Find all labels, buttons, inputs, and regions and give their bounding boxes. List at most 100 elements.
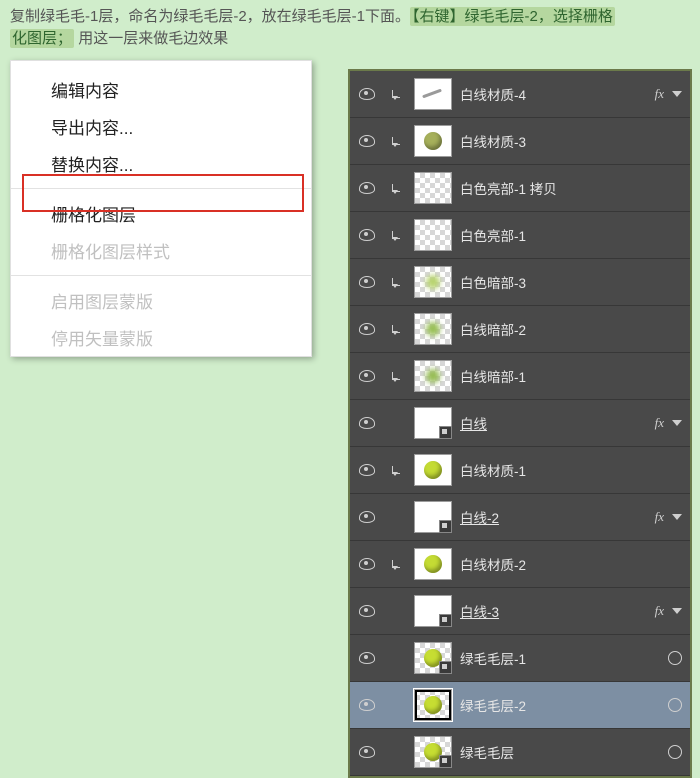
chevron-down-icon[interactable] <box>672 420 682 426</box>
layers-panel[interactable]: 白线材质-4 fx 白线材质-3 白色亮部-1 拷贝白色亮部-1 白色暗部-3 白线暗部-… <box>348 69 692 778</box>
layer-row[interactable]: 白线材质-2 <box>350 541 690 588</box>
adjust-icon[interactable] <box>668 745 682 759</box>
menu-item[interactable]: 栅格化图层 <box>11 195 311 232</box>
visibility-toggle[interactable] <box>350 182 384 194</box>
layer-thumbnail[interactable] <box>414 219 452 251</box>
menu-separator <box>11 188 311 189</box>
layer-row[interactable]: 白线材质-1 <box>350 447 690 494</box>
layer-thumbnail[interactable] <box>414 266 452 298</box>
fx-indicator[interactable]: fx <box>655 509 664 525</box>
layer-thumbnail[interactable] <box>414 360 452 392</box>
layer-thumbnail[interactable] <box>414 689 452 721</box>
layer-name[interactable]: 白线材质-3 <box>460 131 526 151</box>
ball-icon <box>424 696 442 714</box>
layer-name[interactable]: 绿毛毛层 <box>460 742 514 762</box>
layer-thumbnail[interactable] <box>414 595 452 627</box>
clip-indicator <box>386 560 406 568</box>
layer-name[interactable]: 绿毛毛层-1 <box>460 648 526 668</box>
clip-indicator <box>386 90 406 98</box>
layer-name[interactable]: 白线材质-1 <box>460 460 526 480</box>
ball-icon <box>424 132 442 150</box>
layer-thumbnail[interactable] <box>414 736 452 768</box>
layer-thumbnail[interactable] <box>414 125 452 157</box>
chevron-down-icon[interactable] <box>672 514 682 520</box>
eye-icon <box>359 746 375 758</box>
smart-object-badge-icon <box>439 755 452 768</box>
instruction-text: 复制绿毛毛-1层，命名为绿毛毛层-2，放在绿毛毛层-1下面。【右键】绿毛毛层-2… <box>0 0 700 58</box>
layer-row[interactable]: 白色暗部-3 <box>350 259 690 306</box>
visibility-toggle[interactable] <box>350 558 384 570</box>
layer-thumbnail[interactable] <box>414 642 452 674</box>
layer-row[interactable]: 白色亮部-1 拷贝 <box>350 165 690 212</box>
layer-thumbnail[interactable] <box>414 407 452 439</box>
layer-row[interactable]: 绿毛毛层-2 <box>350 682 690 729</box>
smart-object-badge-icon <box>439 426 452 439</box>
visibility-toggle[interactable] <box>350 135 384 147</box>
layer-thumbnail[interactable] <box>414 172 452 204</box>
clip-arrow-icon <box>392 325 400 333</box>
menu-item[interactable]: 编辑内容 <box>11 71 311 108</box>
fx-indicator[interactable]: fx <box>655 603 664 619</box>
eye-icon <box>359 558 375 570</box>
layer-row[interactable]: 白线-2 fx <box>350 494 690 541</box>
visibility-toggle[interactable] <box>350 88 384 100</box>
adjust-icon[interactable] <box>668 651 682 665</box>
layer-row[interactable]: 白线材质-4 fx <box>350 71 690 118</box>
ball-icon <box>424 555 442 573</box>
menu-item: 栅格化图层样式 <box>11 232 311 269</box>
blur-dot-icon <box>426 369 440 383</box>
visibility-toggle[interactable] <box>350 746 384 758</box>
visibility-toggle[interactable] <box>350 652 384 664</box>
layer-row[interactable]: 绿毛毛层 <box>350 729 690 776</box>
layer-name[interactable]: 白线材质-2 <box>460 554 526 574</box>
layer-thumbnail[interactable] <box>414 454 452 486</box>
layer-thumbnail[interactable] <box>414 78 452 110</box>
layer-thumbnail[interactable] <box>414 501 452 533</box>
visibility-toggle[interactable] <box>350 699 384 711</box>
layer-thumbnail[interactable] <box>414 548 452 580</box>
layer-row[interactable]: 绿毛毛层-1 <box>350 635 690 682</box>
layer-name[interactable]: 白线-2 <box>460 507 499 527</box>
layer-name[interactable]: 白线暗部-2 <box>460 319 526 339</box>
layer-name[interactable]: 白线暗部-1 <box>460 366 526 386</box>
menu-item[interactable]: 替换内容... <box>11 145 311 182</box>
clip-indicator <box>386 137 406 145</box>
layer-row[interactable]: 白色亮部-1 <box>350 212 690 259</box>
layer-name[interactable]: 白色亮部-1 拷贝 <box>460 178 557 198</box>
eye-icon <box>359 323 375 335</box>
eye-icon <box>359 182 375 194</box>
layer-row[interactable]: 白线-3 fx <box>350 588 690 635</box>
menu-item[interactable]: 导出内容... <box>11 108 311 145</box>
context-menu[interactable]: 编辑内容导出内容...替换内容... 栅格化图层栅格化图层样式启用图层蒙版停用矢量… <box>10 60 312 357</box>
adjust-icon[interactable] <box>668 698 682 712</box>
layer-thumbnail[interactable] <box>414 313 452 345</box>
chevron-down-icon[interactable] <box>672 91 682 97</box>
layer-name[interactable]: 白线 <box>460 413 487 433</box>
instr-part-1: 复制绿毛毛-1层，命名为绿毛毛层-2，放在绿毛毛层-1下面。 <box>10 8 410 25</box>
menu-item: 启用图层蒙版 <box>11 282 311 319</box>
menu-item: 停用矢量蒙版 <box>11 319 311 356</box>
visibility-toggle[interactable] <box>350 370 384 382</box>
layer-row[interactable]: 白线材质-3 <box>350 118 690 165</box>
smart-object-badge-icon <box>439 520 452 533</box>
layer-name[interactable]: 白线-3 <box>460 601 499 621</box>
visibility-toggle[interactable] <box>350 511 384 523</box>
visibility-toggle[interactable] <box>350 323 384 335</box>
fx-indicator[interactable]: fx <box>655 415 664 431</box>
visibility-toggle[interactable] <box>350 464 384 476</box>
clip-arrow-icon <box>392 231 400 239</box>
visibility-toggle[interactable] <box>350 276 384 288</box>
layer-row[interactable]: 白线 fx <box>350 400 690 447</box>
layer-name[interactable]: 白色亮部-1 <box>460 225 526 245</box>
layer-name[interactable]: 绿毛毛层-2 <box>460 695 526 715</box>
visibility-toggle[interactable] <box>350 417 384 429</box>
visibility-toggle[interactable] <box>350 605 384 617</box>
chevron-down-icon[interactable] <box>672 608 682 614</box>
layer-row[interactable]: 白线暗部-2 <box>350 306 690 353</box>
layer-name[interactable]: 白线材质-4 <box>460 84 526 104</box>
visibility-toggle[interactable] <box>350 229 384 241</box>
layer-name[interactable]: 白色暗部-3 <box>460 272 526 292</box>
eye-icon <box>359 276 375 288</box>
fx-indicator[interactable]: fx <box>655 86 664 102</box>
layer-row[interactable]: 白线暗部-1 <box>350 353 690 400</box>
